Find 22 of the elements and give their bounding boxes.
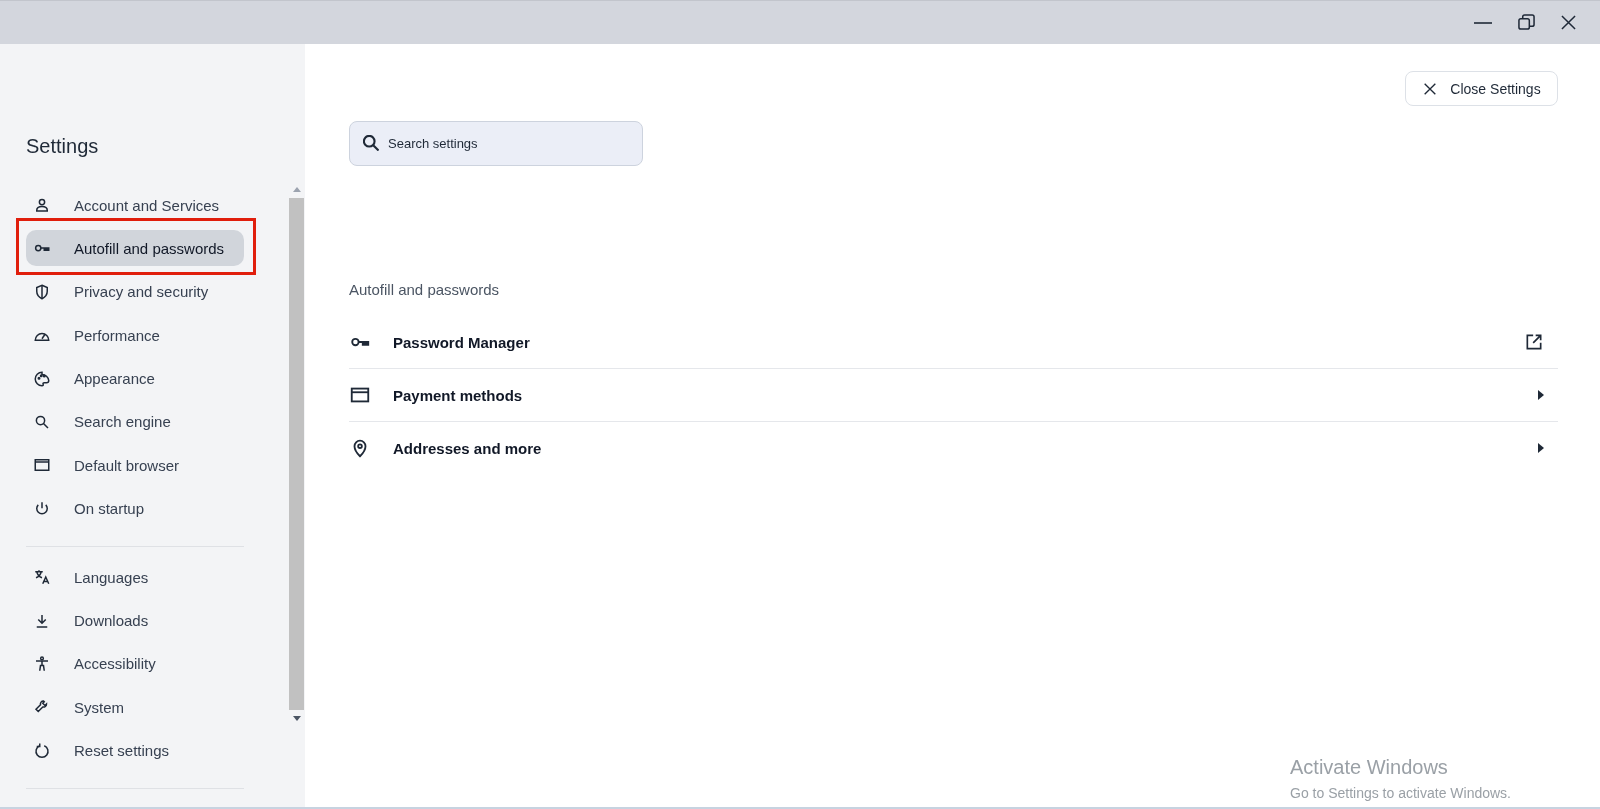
sidebar-item[interactable]: Default browser bbox=[26, 447, 244, 484]
activation-text: Go to Settings to activate Windows. bbox=[1290, 785, 1511, 801]
sidebar-item[interactable]: Search engine bbox=[26, 403, 244, 440]
search-field[interactable]: Search settings bbox=[349, 121, 643, 166]
sidebar-item[interactable]: Performance bbox=[26, 317, 244, 354]
sidebar-item[interactable]: Accessibility bbox=[26, 645, 244, 682]
sidebar-item[interactable]: Languages bbox=[26, 559, 244, 596]
sidebar-item[interactable]: Privacy and security bbox=[26, 273, 244, 310]
sidebar-item[interactable]: System bbox=[26, 689, 244, 726]
sidebar-item[interactable]: Account and Services bbox=[26, 187, 244, 223]
section-heading: Autofill and passwords bbox=[349, 281, 501, 298]
close-settings-button[interactable]: Close Settings bbox=[1405, 71, 1558, 106]
sidebar-item[interactable]: Autofill and passwords bbox=[26, 230, 244, 267]
activation-title: Activate Windows bbox=[1290, 756, 1449, 779]
sidebar-title: Settings bbox=[25, 134, 100, 159]
settings-row[interactable]: Addresses and more bbox=[349, 422, 1558, 474]
settings-row[interactable]: Password Manager bbox=[349, 316, 1558, 369]
sidebar-item[interactable]: On startup bbox=[26, 490, 244, 527]
sidebar-item[interactable]: Reset settings bbox=[26, 732, 244, 769]
sidebar-item[interactable]: Downloads bbox=[26, 602, 244, 639]
settings-row[interactable]: Payment methods bbox=[349, 369, 1558, 422]
sidebar-item[interactable]: Appearance bbox=[26, 360, 244, 397]
